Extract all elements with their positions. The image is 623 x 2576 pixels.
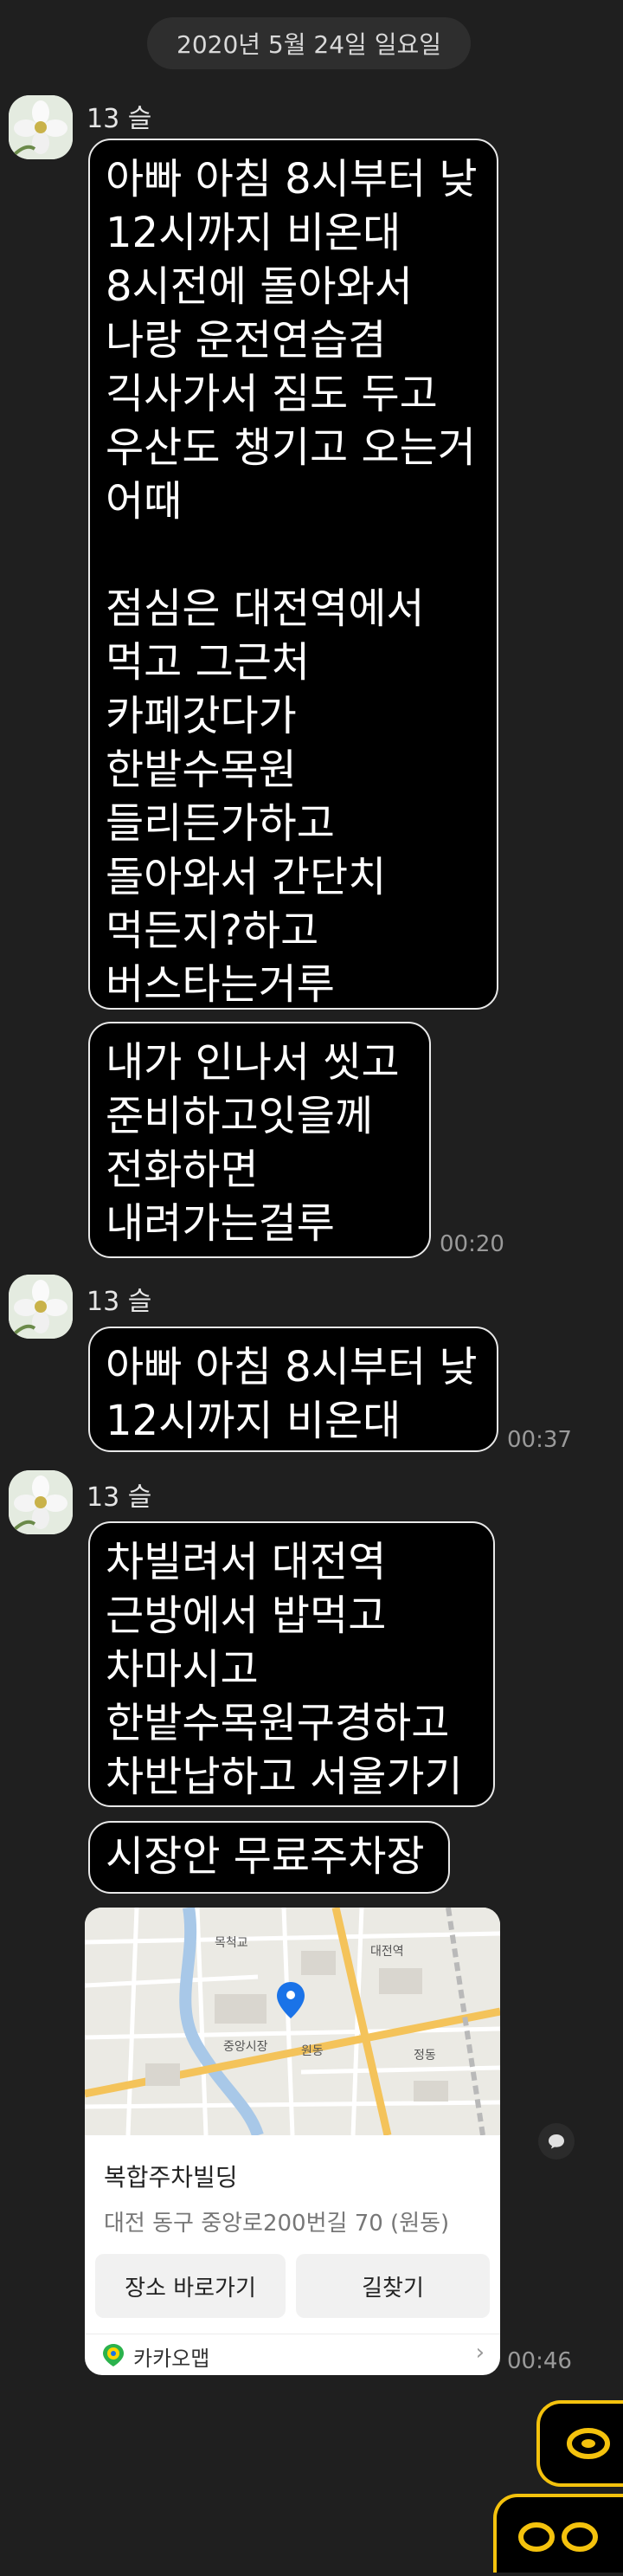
message-time: 00:37 [507,1427,572,1453]
flower-avatar-icon [9,1275,73,1339]
sender-name: 13 슬 [87,1287,152,1317]
kakaomap-logo-icon [103,2344,124,2366]
avatar[interactable] [9,95,73,159]
date-divider: 2020년 5월 24일 일요일 [147,17,471,69]
card-footer[interactable]: 카카오맵 › [85,2334,500,2375]
message-bubble[interactable]: 아빠 아침 8시부터 낮 12시까지 비온대 8시전에 돌아와서 나랑 운전연습… [88,139,498,1010]
map-label: 중앙시장 [223,2040,268,2054]
kakaomap-label: 카카오맵 [133,2347,210,2371]
map-preview[interactable]: 목척교 대전역 중앙시장 원동 정동 [85,1908,500,2138]
map-share-card[interactable]: 목척교 대전역 중앙시장 원동 정동 복합주차빌딩 대전 동구 중앙로200번길… [85,1908,500,2375]
chat-bubble-icon[interactable] [538,2123,575,2160]
map-label: 목척교 [215,1936,248,1950]
go-to-place-button[interactable]: 장소 바로가기 [95,2254,286,2318]
map-label: 대전역 [370,1945,404,1959]
message-bubble[interactable]: 차빌려서 대전역 근방에서 밥먹고 차마시고 한밭수목원구경하고 차반납하고 서… [88,1521,495,1807]
message-bubble[interactable]: 시장안 무료주차장 [88,1821,450,1894]
yellow-eyes-emoticon[interactable] [493,2494,623,2573]
place-address: 대전 동구 중앙로200번길 70 (원동) [104,2211,450,2237]
map-label: 정동 [414,2049,436,2063]
map-label: 원동 [301,2044,324,2058]
chevron-right-icon: › [475,2340,485,2366]
place-name: 복합주차빌딩 [104,2163,238,2192]
flower-avatar-icon [9,1470,73,1534]
sender-name: 13 슬 [87,104,152,134]
avatar[interactable] [9,1275,73,1339]
message-bubble[interactable]: 내가 인나서 씻고 준비하고잇을께 전화하면 내려가는걸루 [88,1022,431,1258]
yellow-eyes-emoticon[interactable] [536,2400,623,2487]
message-time: 00:20 [440,1231,504,1257]
sender-name: 13 슬 [87,1482,152,1513]
directions-button[interactable]: 길찾기 [296,2254,490,2318]
message-bubble[interactable]: 아빠 아침 8시부터 낮 12시까지 비온대 [88,1327,498,1452]
message-time: 00:46 [507,2348,572,2374]
flower-avatar-icon [9,95,73,159]
avatar[interactable] [9,1470,73,1534]
